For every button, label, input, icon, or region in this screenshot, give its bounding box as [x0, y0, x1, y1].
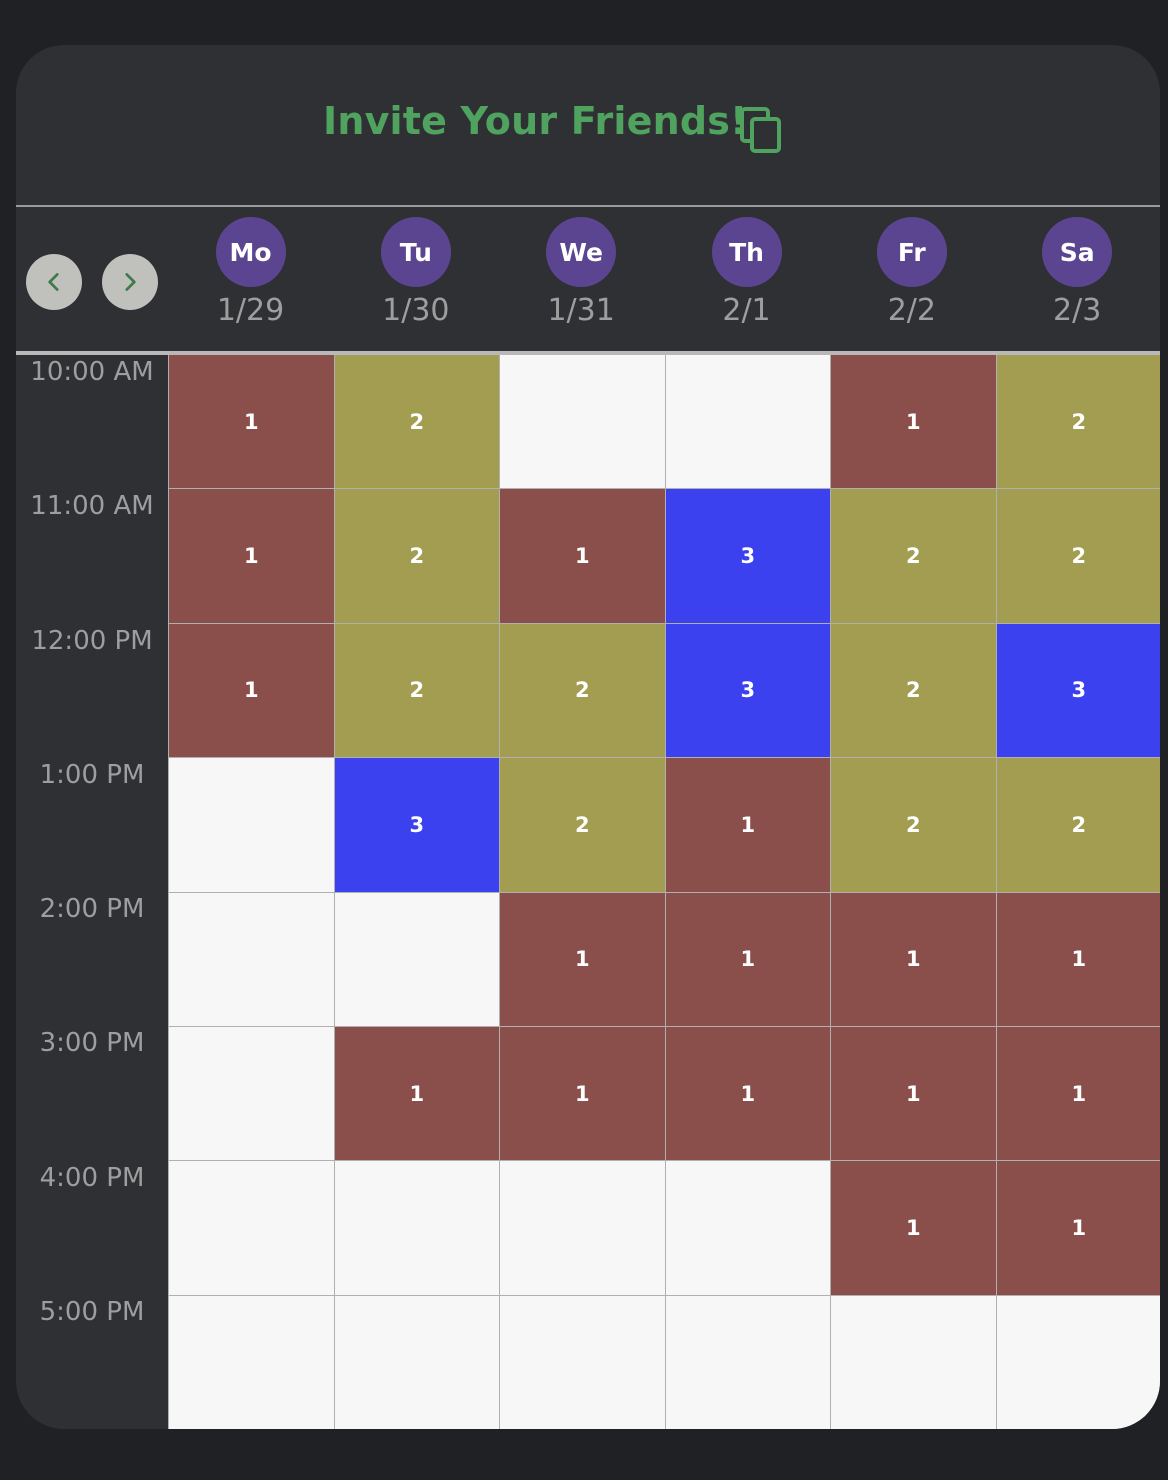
day-abbr-badge[interactable]: Fr: [876, 217, 947, 287]
time-slot-cell[interactable]: 3: [665, 489, 830, 623]
time-slot-cell[interactable]: 3: [665, 623, 830, 758]
time-slot-cell[interactable]: [334, 1295, 499, 1429]
time-slot-cell[interactable]: 1: [831, 1026, 996, 1161]
time-slot-cell[interactable]: [665, 355, 830, 489]
time-slot-cell[interactable]: 2: [996, 758, 1160, 892]
time-slot-cell[interactable]: 1: [831, 355, 996, 489]
day-date: 1/29: [216, 293, 285, 328]
day-header-sa: Sa 2/3: [995, 217, 1160, 328]
day-abbr-badge[interactable]: Th: [711, 217, 782, 287]
time-label: 4:00 PM: [39, 1162, 145, 1193]
time-slot-cell[interactable]: 1: [996, 1161, 1160, 1295]
time-slot-cell[interactable]: [334, 1161, 499, 1295]
time-slot-cell[interactable]: 1: [996, 892, 1160, 1026]
chevron-left-icon: [48, 273, 59, 291]
time-slot-cell[interactable]: [500, 1161, 665, 1295]
time-slot-cell[interactable]: 1: [500, 1026, 665, 1161]
day-header-th: Th 2/1: [664, 217, 829, 328]
time-slot-cell[interactable]: 2: [500, 758, 665, 892]
time-slot-cell[interactable]: [500, 1295, 665, 1429]
day-abbr-badge[interactable]: Sa: [1042, 217, 1113, 287]
time-slot-cell[interactable]: [996, 1295, 1160, 1429]
time-slot-cell[interactable]: 2: [831, 623, 996, 758]
time-slot-cell[interactable]: 2: [996, 355, 1160, 489]
copy-icon[interactable]: [740, 107, 782, 153]
day-header-row: Mo 1/29 Tu 1/30 We 1/31 Th 2/1 Fr 2/2 Sa 2/3: [16, 207, 1160, 355]
day-date: 1/30: [382, 293, 450, 328]
time-slot-cell[interactable]: [169, 1295, 334, 1429]
day-abbr-badge[interactable]: Mo: [215, 217, 286, 287]
time-slot-cell[interactable]: [500, 355, 665, 489]
time-slot-cell[interactable]: 1: [996, 1026, 1160, 1161]
chevron-right-icon: [125, 273, 136, 291]
time-slot-cell[interactable]: [334, 892, 499, 1026]
day-header-we: We 1/31: [499, 217, 664, 328]
time-slot-cell[interactable]: [169, 1026, 334, 1161]
time-label: 5:00 PM: [39, 1296, 145, 1327]
time-slot-cell[interactable]: [169, 1161, 334, 1295]
invite-title[interactable]: Invite Your Friends!: [323, 99, 748, 143]
next-week-button[interactable]: [102, 254, 158, 310]
time-slot-cell[interactable]: [665, 1161, 830, 1295]
time-label: 2:00 PM: [39, 894, 145, 924]
time-slot-cell[interactable]: 2: [996, 489, 1160, 623]
day-date: 1/31: [547, 293, 615, 328]
day-header-tu: Tu 1/30: [333, 217, 498, 328]
previous-week-button[interactable]: [26, 254, 82, 310]
availability-grid[interactable]: 12121213221223233212211111111111: [168, 355, 1160, 1429]
scheduler-card: Invite Your Friends! Mo 1/29 Tu 1/30 We 1/31 T…: [16, 45, 1160, 1429]
day-abbr-badge[interactable]: Tu: [380, 217, 451, 287]
time-slot-cell[interactable]: 2: [334, 489, 499, 623]
day-date: 2/1: [722, 293, 771, 328]
time-slot-cell[interactable]: [169, 758, 334, 892]
day-header-fr: Fr 2/2: [829, 217, 994, 328]
time-slot-cell[interactable]: 1: [665, 892, 830, 1026]
time-slot-cell[interactable]: 1: [334, 1026, 499, 1161]
time-slot-cell[interactable]: 1: [500, 489, 665, 623]
time-slot-cell[interactable]: 1: [169, 623, 334, 758]
time-slot-cell[interactable]: 1: [831, 1161, 996, 1295]
time-slot-cell[interactable]: 1: [500, 892, 665, 1026]
time-slot-cell[interactable]: 2: [831, 758, 996, 892]
day-date: 2/3: [1053, 293, 1102, 328]
card-header: Invite Your Friends!: [16, 45, 1160, 207]
time-slot-cell[interactable]: [665, 1295, 830, 1429]
time-label: 10:00 AM: [30, 357, 154, 387]
time-slot-cell[interactable]: 1: [169, 489, 334, 623]
time-slot-cell[interactable]: 1: [831, 892, 996, 1026]
time-slot-cell[interactable]: 1: [665, 758, 830, 892]
time-slot-cell[interactable]: 3: [996, 623, 1160, 758]
time-slot-cell[interactable]: [831, 1295, 996, 1429]
time-slot-cell[interactable]: 3: [334, 758, 499, 892]
time-slot-cell[interactable]: 1: [665, 1026, 830, 1161]
time-slot-cell[interactable]: 1: [169, 355, 334, 489]
time-slot-cell[interactable]: 2: [334, 355, 499, 489]
time-label: 1:00 PM: [39, 759, 145, 790]
day-abbr-badge[interactable]: We: [546, 217, 617, 287]
day-date: 2/2: [887, 293, 936, 328]
time-slot-cell[interactable]: 2: [500, 623, 665, 758]
day-header-mo: Mo 1/29: [168, 217, 333, 328]
time-slot-cell[interactable]: 2: [831, 489, 996, 623]
time-labels: 10:00 AM 11:00 AM 12:00 PM 1:00 PM 2:00 PM 3:…: [16, 355, 168, 1429]
time-label: 12:00 PM: [31, 625, 153, 656]
time-slot-cell[interactable]: 2: [334, 623, 499, 758]
time-slot-cell[interactable]: [169, 892, 334, 1026]
time-label: 11:00 AM: [30, 491, 154, 522]
time-label: 3:00 PM: [39, 1028, 145, 1059]
